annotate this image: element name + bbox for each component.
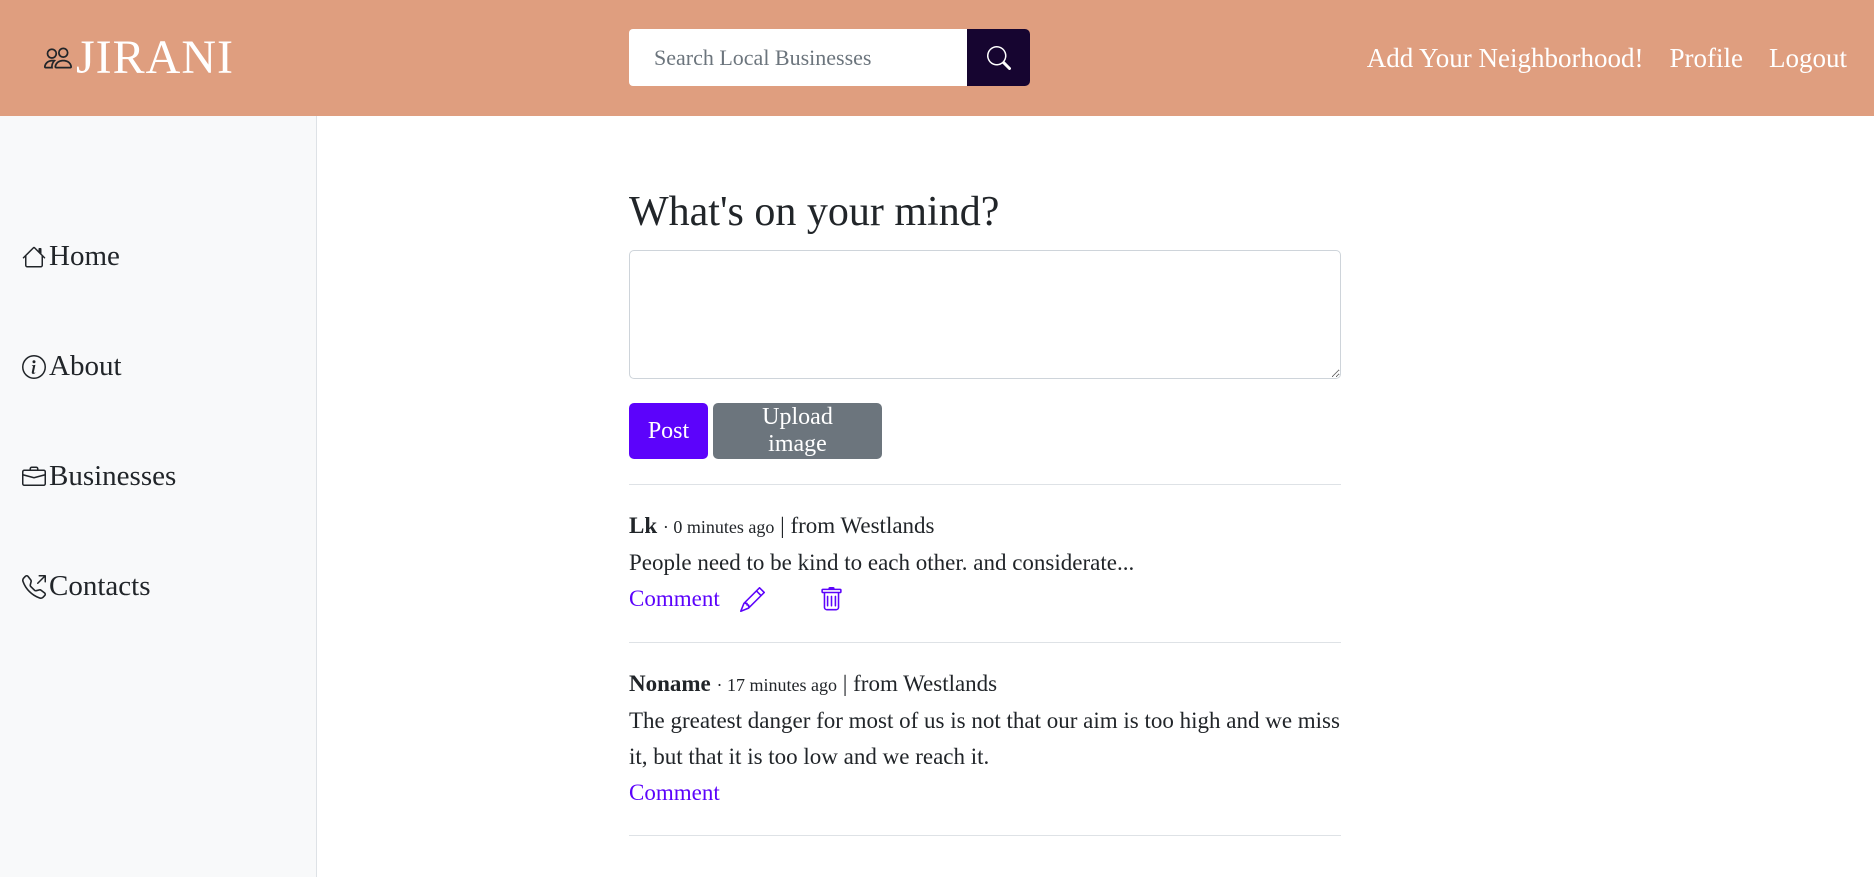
brand-logo[interactable]: JIRANI	[44, 30, 234, 86]
house-icon	[22, 245, 46, 269]
post-text: The greatest danger for most of us is no…	[629, 708, 1340, 769]
brand-name: JIRANI	[76, 31, 234, 84]
pencil-icon[interactable]	[739, 586, 765, 612]
upload-image-button[interactable]: Upload image	[713, 403, 882, 459]
search-icon	[986, 45, 1011, 70]
post-time: · 17 minutes ago	[716, 675, 838, 695]
comment-link[interactable]: Comment	[629, 780, 720, 806]
sidebar: Home About Businesses Contacts	[0, 116, 317, 877]
add-neighborhood-link[interactable]: Add Your Neighborhood!	[1367, 43, 1644, 74]
sidebar-item-label: About	[49, 350, 122, 382]
divider	[629, 835, 1341, 836]
people-icon	[44, 44, 72, 72]
info-circle-icon	[22, 354, 46, 379]
sidebar-item-about[interactable]: About	[22, 350, 122, 383]
telephone-outbound-icon	[22, 574, 46, 599]
briefcase-icon	[22, 465, 46, 489]
sidebar-item-label: Contacts	[49, 570, 151, 602]
post-location: | from Westlands	[837, 671, 998, 696]
sidebar-item-businesses[interactable]: Businesses	[22, 460, 176, 493]
logout-link[interactable]: Logout	[1769, 43, 1847, 74]
post-actions: Comment	[629, 581, 1341, 617]
post-location: | from Westlands	[774, 513, 935, 538]
comment-link[interactable]: Comment	[629, 586, 720, 612]
trash-icon[interactable]	[819, 586, 844, 612]
post-actions: Comment	[629, 775, 1341, 811]
post-item: Lk · 0 minutes ago | from Westlands Peop…	[629, 513, 1341, 617]
search-button[interactable]	[967, 29, 1030, 86]
post-button[interactable]: Post	[629, 403, 708, 459]
post-meta: Noname · 17 minutes ago | from Westlands	[629, 671, 1341, 703]
sidebar-item-contacts[interactable]: Contacts	[22, 570, 151, 603]
post-textarea[interactable]	[629, 250, 1341, 379]
top-navbar: JIRANI Add Your Neighborhood! Profile Lo…	[0, 0, 1874, 116]
sidebar-item-home[interactable]: Home	[22, 240, 120, 273]
post-author[interactable]: Lk	[629, 513, 657, 538]
post-author[interactable]: Noname	[629, 671, 711, 696]
divider	[629, 484, 1341, 485]
post-item: Noname · 17 minutes ago | from Westlands…	[629, 671, 1341, 811]
post-text: People need to be kind to each other. an…	[629, 550, 1135, 575]
composer-prompt: What's on your mind?	[629, 189, 1000, 235]
profile-link[interactable]: Profile	[1670, 43, 1744, 74]
sidebar-item-label: Businesses	[49, 460, 177, 492]
search-input[interactable]	[629, 29, 968, 86]
divider	[629, 642, 1341, 643]
nav-links: Add Your Neighborhood! Profile Logout	[1367, 30, 1847, 86]
post-meta: Lk · 0 minutes ago | from Westlands	[629, 513, 1341, 545]
sidebar-item-label: Home	[49, 240, 120, 272]
post-time: · 0 minutes ago	[662, 517, 775, 537]
